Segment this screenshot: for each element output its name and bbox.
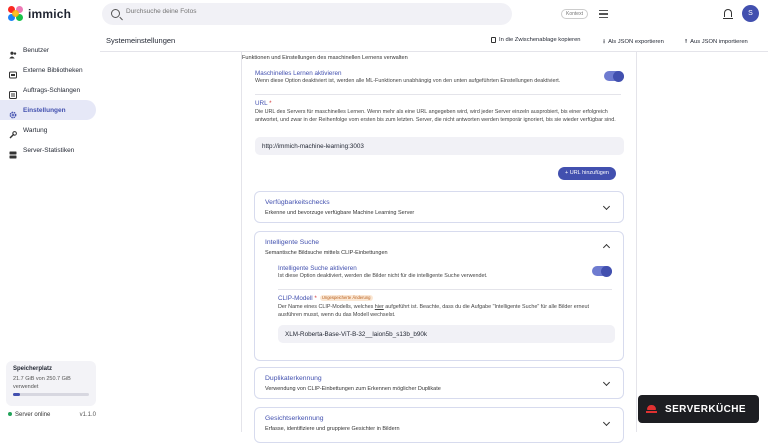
chevron-down-icon[interactable] [602,378,611,387]
gear-icon [9,106,17,119]
card-title: Duplikaterkennung [265,375,322,382]
banner-text: SERVERKÜCHE [665,403,746,415]
export-json-button[interactable]: ⭳ Als JSON exportieren [603,37,664,47]
chevron-up-icon[interactable] [602,243,611,252]
import-json-button[interactable]: ⭱ Aus JSON importieren [685,37,748,47]
sidebar-item-label: Einstellungen [23,106,66,114]
upload-icon: ⭱ [685,39,688,45]
server-version[interactable]: v1.1.0 [80,412,96,418]
users-icon [9,46,17,59]
sidebar-item-external-libraries[interactable]: Externe Bibliotheken [0,60,96,80]
copy-icon [491,37,496,43]
search-filter-icon[interactable] [599,10,608,18]
chef-hat-icon [646,405,657,413]
download-icon: ⭳ [603,39,606,45]
storage-progress-bar [13,393,89,396]
unsaved-change-badge: Ungespeicherte Änderung [319,295,373,302]
section-description: Funktionen und Einstellungen des maschin… [242,55,408,61]
sidebar-item-label: Benutzer [23,46,50,54]
ml-enable-desc: Wenn diese Option deaktiviert ist, werde… [255,78,561,84]
storage-progress-fill [13,393,20,396]
card-title: Intelligente Suche [265,239,320,246]
storage-usage-text: 21.7 GiB von 250.7 GiB verwendet [13,376,71,390]
settings-header: Systemeinstellungen In die Zwischenablag… [100,28,768,52]
smart-search-card: Intelligente Suche Semantische Bildsuche… [254,231,624,361]
server-status-text: Server online [15,412,51,418]
online-status-dot-icon [8,412,12,417]
url-desc: Die URL des Servers für maschinelles Ler… [255,109,616,123]
card-description: Verwendung von CLIP-Einbettungen zum Erk… [265,386,441,392]
divider [278,289,612,290]
card-description: Erkenne und bevorzuge verfügbare Machine… [265,210,415,216]
notification-bell-icon[interactable] [723,9,733,19]
search-input[interactable] [126,8,426,15]
top-bar: immich Kontext S [0,0,768,28]
clip-model-title: CLIP-Modell * Ungespeicherte Änderung [278,295,373,302]
card-description: Semantische Bildsuche mittels CLIP-Einbe… [265,250,388,256]
storage-panel: Speicherplatz 21.7 GiB von 250.7 GiB ver… [6,361,96,406]
server-icon [9,146,17,159]
clip-models-link[interactable]: hier [375,304,384,310]
search-bar[interactable]: Kontext [102,3,608,25]
serverkueche-banner: SERVERKÜCHE [638,395,759,423]
face-detection-card[interactable]: Gesichtserkennung Erfasse, identifiziere… [254,407,624,443]
sidebar-item-settings[interactable]: Einstellungen [0,100,96,120]
sidebar-item-maintenance[interactable]: Wartung [0,120,96,140]
copy-to-clipboard-button[interactable]: In die Zwischenablage kopieren [491,37,581,43]
user-avatar[interactable]: S [742,5,759,22]
machine-learning-settings: Funktionen und Einstellungen des maschin… [241,52,637,443]
library-icon [9,66,17,79]
add-url-button[interactable]: + URL hinzufügen [558,167,616,180]
app-name: immich [28,7,72,21]
divider [255,94,621,95]
search-icon[interactable] [111,9,120,18]
chevron-down-icon[interactable] [602,418,611,427]
availability-checks-card[interactable]: Verfügbarkeitschecks Erkenne und bevorzu… [254,191,624,223]
card-title: Verfügbarkeitschecks [265,199,330,206]
storage-title: Speicherplatz [13,366,53,372]
chevron-down-icon[interactable] [602,202,611,211]
sidebar-item-label: Server-Statistiken [23,146,75,154]
smart-search-enable-toggle[interactable] [592,265,612,277]
server-status: Server online v1.1.0 [8,412,96,418]
ml-enable-title: Maschinelles Lernen aktivieren [255,70,342,77]
ml-enable-toggle[interactable] [604,70,624,82]
smart-search-enable-desc: Ist diese Option deaktiviert, werden die… [278,273,488,279]
clip-model-input[interactable]: XLM-Roberta-Base-ViT-B-32__laion5b_s13b_… [278,325,615,343]
duplicate-detection-card[interactable]: Duplikaterkennung Verwendung von CLIP-Ei… [254,367,624,399]
clip-model-desc: Der Name eines CLIP-Modells, welches hie… [278,304,589,318]
sidebar: Benutzer Externe Bibliotheken Auftrags-S… [0,40,100,160]
card-title: Gesichtserkennung [265,415,324,422]
wrench-icon [9,126,17,139]
search-context-badge[interactable]: Kontext [561,9,588,19]
card-description: Erfasse, identifiziere und gruppiere Ges… [265,426,400,432]
sidebar-item-server-statistics[interactable]: Server-Statistiken [0,140,96,160]
immich-logo-icon [8,6,24,22]
smart-search-enable-title: Intelligente Suche aktivieren [278,265,357,272]
url-title: URL * [255,100,272,107]
app-logo[interactable]: immich [8,6,71,22]
sidebar-item-label: Auftrags-Schlangen [23,86,81,94]
sidebar-item-users[interactable]: Benutzer [0,40,96,60]
sidebar-item-label: Externe Bibliotheken [23,66,83,74]
queue-icon [9,86,17,99]
page-title: Systemeinstellungen [106,36,176,45]
ml-url-input[interactable]: http://immich-machine-learning:3003 [255,137,624,155]
sidebar-item-label: Wartung [23,126,48,134]
sidebar-item-job-queues[interactable]: Auftrags-Schlangen [0,80,96,100]
